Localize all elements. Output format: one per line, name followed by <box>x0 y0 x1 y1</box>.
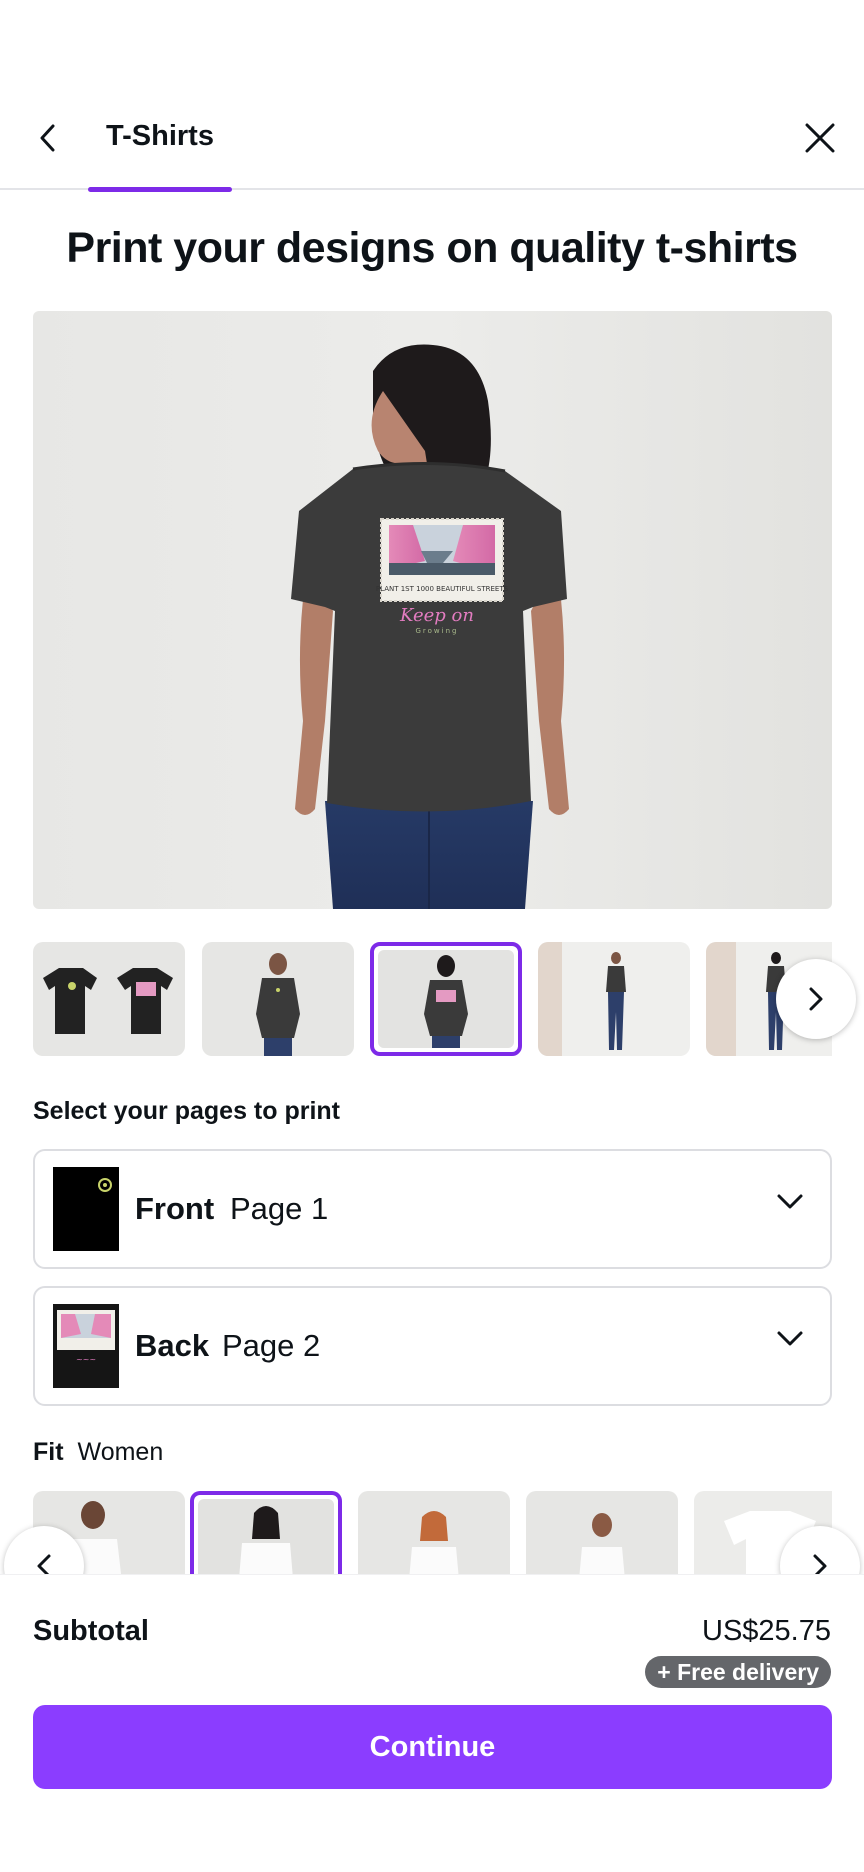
free-delivery-badge: + Free delivery <box>645 1656 831 1688</box>
back-page-side: Back <box>135 1328 210 1363</box>
tab-label: T-Shirts <box>106 120 214 152</box>
product-hero-image: PLANT 1ST 1000 BEAUTIFUL STREETS Keep on… <box>33 311 832 909</box>
back-button[interactable] <box>28 114 68 162</box>
design-script-text: Keep on <box>399 605 474 626</box>
fit-option-women[interactable] <box>190 1491 342 1575</box>
back-page-select[interactable]: ~~~ Back Page 2 <box>33 1286 832 1406</box>
fit-option-image <box>579 1513 625 1575</box>
thumbnail-flat-lay[interactable] <box>33 942 185 1056</box>
fit-option-image <box>409 1511 459 1575</box>
checkout-footer: Subtotal US$25.75 + Free delivery Contin… <box>0 1575 864 1872</box>
chevron-down-icon <box>777 1194 803 1209</box>
subtotal-label: Subtotal <box>33 1615 149 1647</box>
fit-label: Fit Women <box>33 1438 163 1467</box>
model-illustration: PLANT 1ST 1000 BEAUTIFUL STREETS Keep on… <box>291 344 569 909</box>
thumbnail-front-model[interactable] <box>202 942 354 1056</box>
continue-button[interactable]: Continue <box>33 1705 832 1789</box>
back-page-value: Page 2 <box>222 1328 321 1363</box>
fit-options <box>33 1491 832 1575</box>
close-icon <box>805 123 835 153</box>
tab-active-indicator <box>88 187 232 192</box>
back-page-thumbnail: ~~~ <box>53 1304 119 1388</box>
svg-text:~~~: ~~~ <box>76 1355 96 1364</box>
close-button[interactable] <box>800 114 840 162</box>
tab-tshirts[interactable]: T-Shirts <box>88 100 232 192</box>
thumbnail-studio-full[interactable] <box>538 942 690 1056</box>
chevron-down-icon <box>777 1331 803 1346</box>
chevron-right-icon <box>809 987 823 1011</box>
front-page-value: Page 1 <box>230 1191 329 1226</box>
thumbnail-image <box>538 942 626 1056</box>
subtotal-value: US$25.75 <box>702 1615 831 1647</box>
thumbnail-image <box>43 968 173 1034</box>
front-page-thumbnail <box>53 1167 119 1251</box>
pages-section-label: Select your pages to print <box>33 1097 341 1125</box>
chevron-left-icon <box>40 124 55 152</box>
fit-label-text: Fit <box>33 1438 64 1466</box>
thumbnail-back-model[interactable] <box>370 942 522 1056</box>
thumbnail-image <box>378 950 514 1048</box>
fit-value: Women <box>77 1438 164 1466</box>
front-page-select[interactable]: Front Page 1 <box>33 1149 832 1269</box>
header: T-Shirts <box>0 0 864 192</box>
thumbnails-next-button[interactable] <box>776 959 856 1039</box>
image-thumbnails <box>33 942 832 1056</box>
page-title: Print your designs on quality t-shirts <box>66 224 798 272</box>
fit-option-kids[interactable] <box>526 1491 678 1575</box>
design-top-text: PLANT 1ST 1000 BEAUTIFUL STREETS <box>376 585 509 593</box>
thumbnail-image <box>256 953 300 1056</box>
design-small-text: Growing <box>416 627 459 635</box>
fit-option-youth[interactable] <box>358 1491 510 1575</box>
fit-option-image <box>198 1499 334 1575</box>
front-page-side: Front <box>135 1191 215 1226</box>
